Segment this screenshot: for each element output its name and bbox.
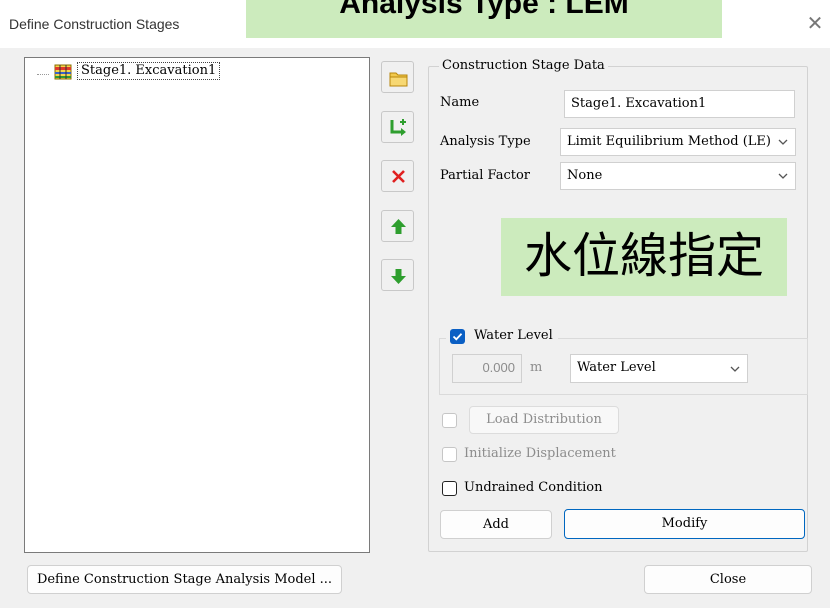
water-level-checkbox[interactable]	[450, 329, 465, 344]
water-level-unit: m	[530, 360, 543, 375]
move-down-button[interactable]	[381, 259, 414, 291]
close-window-icon[interactable]: ✕	[803, 12, 827, 36]
chevron-down-icon	[778, 139, 788, 145]
insert-stage-icon	[390, 119, 406, 136]
add-button[interactable]: Add	[440, 510, 552, 539]
initialize-displacement-checkbox[interactable]	[442, 447, 457, 462]
move-up-button[interactable]	[381, 210, 414, 242]
water-level-select-value: Water Level	[577, 360, 656, 375]
folder-icon	[389, 72, 408, 87]
new-stage-button[interactable]	[381, 61, 414, 93]
stage-icon	[54, 64, 72, 80]
name-input[interactable]: Stage1. Excavation1	[564, 90, 795, 118]
initialize-displacement-label: Initialize Displacement	[464, 446, 616, 461]
undrained-condition-checkbox[interactable]	[442, 481, 457, 496]
chevron-down-icon	[778, 173, 788, 179]
annotation-banner-middle: 水位線指定	[501, 218, 787, 296]
partial-factor-label: Partial Factor	[440, 168, 530, 183]
modify-button[interactable]: Modify	[564, 509, 805, 539]
partial-factor-value: None	[567, 168, 603, 183]
load-distribution-button[interactable]: Load Distribution	[469, 406, 619, 434]
water-level-value-input[interactable]: 0.000	[452, 354, 522, 383]
tree-connector	[37, 74, 49, 75]
analysis-type-value: Limit Equilibrium Method (LE)	[567, 134, 771, 149]
stage-data-group-title: Construction Stage Data	[439, 58, 608, 74]
tree-item-label: Stage1. Excavation1	[77, 62, 221, 80]
chevron-down-icon	[730, 366, 740, 372]
checkmark-icon	[452, 333, 463, 341]
close-button[interactable]: Close	[644, 565, 812, 594]
water-level-header: Water Level	[446, 326, 558, 346]
move-down-icon	[391, 269, 406, 284]
window-title: Define Construction Stages	[9, 16, 180, 32]
partial-factor-select[interactable]: None	[560, 162, 796, 190]
analysis-type-label: Analysis Type	[440, 134, 531, 149]
stage-tree[interactable]: Stage1. Excavation1	[24, 57, 370, 553]
name-label: Name	[440, 95, 480, 110]
analysis-type-select[interactable]: Limit Equilibrium Method (LE)	[560, 128, 796, 156]
undrained-condition-label: Undrained Condition	[464, 480, 603, 495]
tree-item-stage1[interactable]: Stage1. Excavation1	[29, 62, 359, 80]
water-level-select[interactable]: Water Level	[570, 354, 748, 383]
define-model-button[interactable]: Define Construction Stage Analysis Model…	[27, 565, 342, 594]
load-distribution-checkbox[interactable]	[442, 413, 457, 428]
insert-stage-button[interactable]	[381, 111, 414, 143]
delete-stage-button[interactable]	[381, 160, 414, 192]
annotation-banner-top: Analysis Type : LEM	[246, 0, 722, 38]
move-up-icon	[391, 219, 406, 234]
delete-icon	[392, 170, 405, 183]
water-level-label: Water Level	[474, 328, 553, 343]
